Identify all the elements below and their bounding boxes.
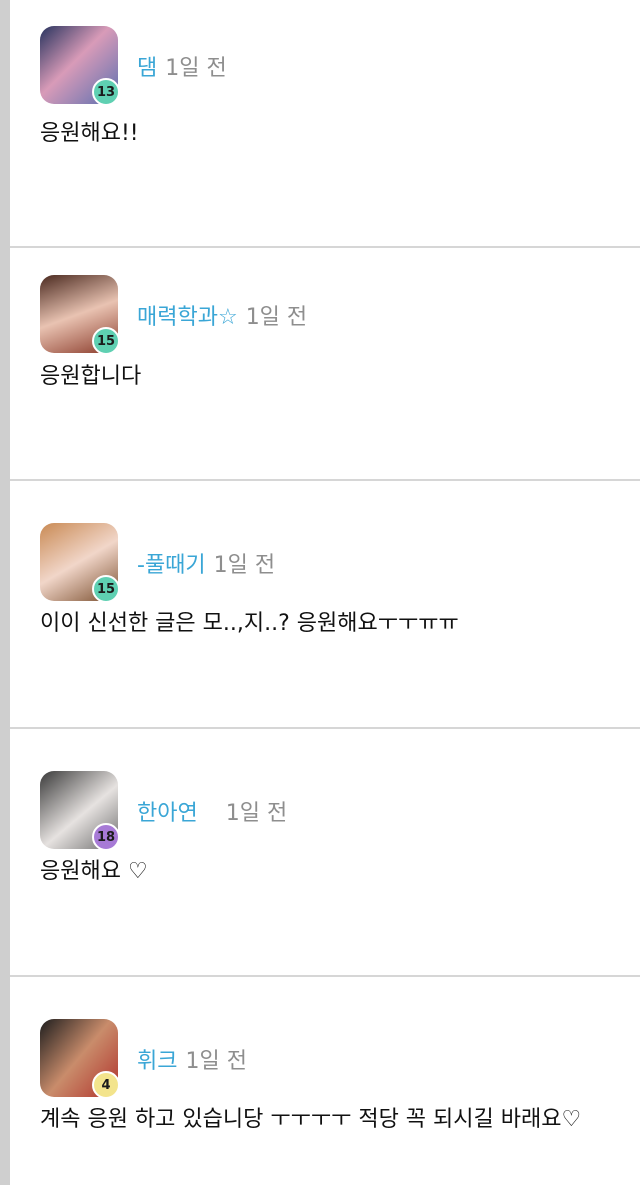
left-scroll-rail xyxy=(0,0,10,1185)
level-badge: 13 xyxy=(92,78,120,106)
comment-item: 15 -풀때기 1일 전 이이 신선한 글은 모..,지..? 응원해요ㅜㅜㅠㅠ xyxy=(10,481,640,729)
comment-text: 응원해요!! xyxy=(40,121,139,146)
comment-text: 응원해요 ♡ xyxy=(40,859,148,884)
comment-meta: 휘크 1일 전 xyxy=(137,1043,247,1075)
timestamp: 1일 전 xyxy=(185,1049,247,1074)
username-link[interactable]: -풀때기 xyxy=(137,553,206,578)
user-avatar[interactable]: 15 xyxy=(40,275,120,355)
user-avatar[interactable]: 15 xyxy=(40,523,120,603)
username-link[interactable]: 매력학과☆ xyxy=(137,305,238,330)
comment-text: 응원합니다 xyxy=(40,364,142,389)
level-badge: 18 xyxy=(92,823,120,851)
comment-list-page: 13 댐 1일 전 응원해요!! 15 매력학과☆ 1일 전 응원합니다 15 -풀… xyxy=(0,0,640,1185)
comment-text: 이이 신선한 글은 모..,지..? 응원해요ㅜㅜㅠㅠ xyxy=(40,611,459,636)
timestamp: 1일 전 xyxy=(213,553,276,578)
username-link[interactable]: 한아연 xyxy=(137,801,198,826)
comment-item: 4 휘크 1일 전 계속 응원 하고 있습니당 ㅜㅜㅜㅜ 적당 꼭 되시길 바래요… xyxy=(10,977,640,1185)
timestamp: 1일 전 xyxy=(225,801,288,826)
comment-item: 13 댐 1일 전 응원해요!! xyxy=(10,0,640,248)
user-avatar[interactable]: 18 xyxy=(40,771,120,851)
user-avatar[interactable]: 4 xyxy=(40,1019,120,1099)
level-badge: 4 xyxy=(92,1071,120,1099)
timestamp: 1일 전 xyxy=(165,56,227,81)
comment-meta: 한아연 1일 전 xyxy=(137,795,287,827)
username-link[interactable]: 댐 xyxy=(137,56,157,81)
level-badge: 15 xyxy=(92,327,120,355)
comment-meta: 매력학과☆ 1일 전 xyxy=(137,299,307,331)
timestamp: 1일 전 xyxy=(245,305,308,330)
comment-meta: -풀때기 1일 전 xyxy=(137,547,275,579)
comment-item: 18 한아연 1일 전 응원해요 ♡ xyxy=(10,729,640,977)
comment-meta: 댐 1일 전 xyxy=(137,50,227,82)
comment-item: 15 매력학과☆ 1일 전 응원합니다 xyxy=(10,233,640,481)
comment-text: 계속 응원 하고 있습니당 ㅜㅜㅜㅜ 적당 꼭 되시길 바래요♡ xyxy=(40,1107,582,1132)
level-badge: 15 xyxy=(92,575,120,603)
user-avatar[interactable]: 13 xyxy=(40,26,120,106)
username-link[interactable]: 휘크 xyxy=(137,1049,177,1074)
